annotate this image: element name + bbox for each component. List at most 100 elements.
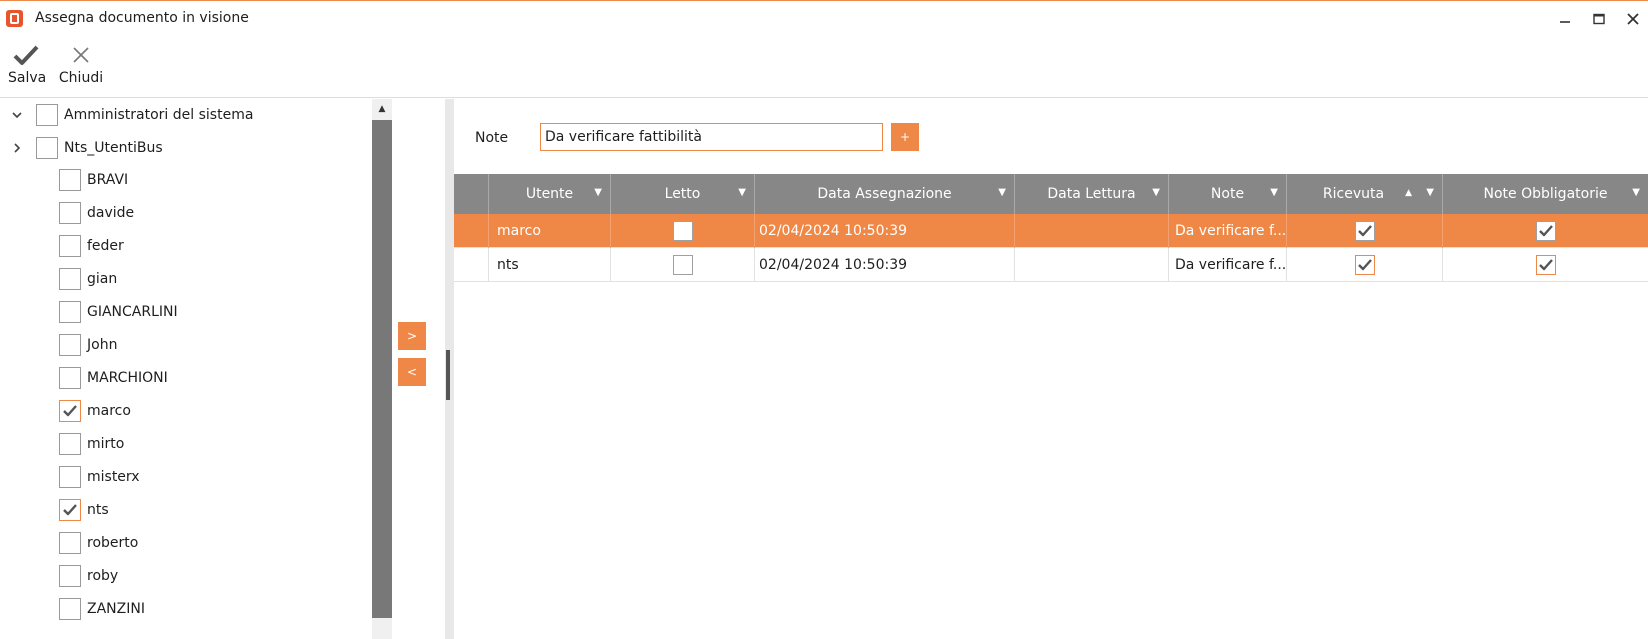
tree-user-item[interactable]: gian [59,264,117,294]
checkbox-checked[interactable] [1535,255,1556,275]
column-header-utente[interactable]: Utente ▼ [489,174,611,214]
splitter-grip[interactable] [446,350,450,400]
remove-user-button[interactable]: < [398,358,426,386]
tree-user-item[interactable]: davide [59,198,134,228]
cell-utente[interactable]: nts [489,248,611,282]
tree-user-item[interactable]: nts [59,495,109,525]
close-window-button[interactable] [1619,7,1647,31]
row-indicator[interactable] [454,214,489,248]
checkbox-checked[interactable] [1354,221,1375,241]
minimize-button[interactable] [1551,7,1579,31]
group-checkbox[interactable] [36,137,58,159]
user-label: John [87,337,118,353]
user-checkbox[interactable] [59,598,81,620]
tree-user-item[interactable]: GIANCARLINI [59,297,178,327]
column-header-letto[interactable]: Letto ▼ [611,174,755,214]
user-checkbox[interactable] [59,532,81,554]
checkbox-checked[interactable] [1354,255,1375,275]
user-checkbox[interactable] [59,334,81,356]
save-button[interactable]: Salva [8,43,47,86]
column-header-ricevuta[interactable]: Ricevuta ▲ ▼ [1287,174,1443,214]
table-row[interactable]: marco 02/04/2024 10:50:39 Da verificare f.… [454,214,1648,248]
filter-icon[interactable]: ▼ [738,187,746,198]
maximize-button[interactable] [1585,7,1613,31]
tree-group-amministratori[interactable]: Amministratori del sistema [6,100,253,130]
save-label: Salva [8,70,47,86]
tree-group-nts-utentibus[interactable]: Nts_UtentiBus [6,133,163,163]
column-header-data-lettura[interactable]: Data Lettura ▼ [1015,174,1169,214]
user-checkbox[interactable] [59,565,81,587]
title-bar: Assegna documento in visione [0,1,1648,37]
cell-ricevuta[interactable] [1287,248,1443,282]
tree-user-item[interactable]: ZANZINI [59,594,145,624]
filter-icon[interactable]: ▼ [1152,187,1160,198]
tree-user-item[interactable]: roby [59,561,118,591]
user-checkbox-checked[interactable] [59,400,81,422]
tree-user-item[interactable]: BRAVI [59,165,128,195]
chevron-down-icon[interactable] [6,104,28,126]
cell-data-assegnazione[interactable]: 02/04/2024 10:50:39 [755,248,1015,282]
column-header-note-obbligatorie[interactable]: Note Obbligatorie ▼ [1443,174,1648,214]
user-checkbox[interactable] [59,466,81,488]
cell-note-obbligatorie[interactable] [1443,248,1648,282]
user-checkbox[interactable] [59,301,81,323]
tree-user-item[interactable]: roberto [59,528,138,558]
row-indicator[interactable] [454,248,489,282]
filter-icon[interactable]: ▼ [1270,187,1278,198]
user-label: GIANCARLINI [87,304,178,320]
scroll-up-arrow-icon[interactable]: ▲ [372,99,392,119]
tree-user-item[interactable]: misterx [59,462,140,492]
add-user-button[interactable]: > [398,322,426,350]
sort-ascending-icon[interactable]: ▲ [1405,188,1412,198]
user-checkbox[interactable] [59,433,81,455]
user-checkbox[interactable] [59,202,81,224]
checkbox[interactable] [672,255,693,275]
cell-note[interactable]: Da verificare f... [1169,214,1287,248]
user-checkbox[interactable] [59,367,81,389]
chevron-right-icon[interactable] [6,137,28,159]
checkmark-icon [1538,225,1553,237]
cell-letto[interactable] [611,248,755,282]
checkmark-icon [63,504,77,516]
filter-icon[interactable]: ▼ [1426,187,1434,198]
user-label: feder [87,238,124,254]
window-title: Assegna documento in visione [35,10,249,26]
column-header-data-assegnazione[interactable]: Data Assegnazione ▼ [755,174,1015,214]
row-indicator-header [454,174,489,214]
cell-note-obbligatorie[interactable] [1443,214,1648,248]
tree-user-item[interactable]: John [59,330,117,360]
cell-ricevuta[interactable] [1287,214,1443,248]
add-note-button[interactable]: + [891,123,919,151]
user-label: misterx [87,469,140,485]
checkbox[interactable] [672,221,693,241]
user-label: gian [87,271,118,287]
column-label: Ricevuta [1322,186,1385,202]
filter-icon[interactable]: ▼ [998,187,1006,198]
tree-user-item[interactable]: mirto [59,429,124,459]
cell-note[interactable]: Da verificare f... [1169,248,1287,282]
user-checkbox-checked[interactable] [59,499,81,521]
filter-icon[interactable]: ▼ [594,187,602,198]
tree-scrollbar-thumb[interactable] [372,120,392,618]
tree-user-item[interactable]: marco [59,396,131,426]
tree-user-item[interactable]: MARCHIONI [59,363,168,393]
user-checkbox[interactable] [59,268,81,290]
column-header-note[interactable]: Note ▼ [1169,174,1287,214]
table-row[interactable]: nts 02/04/2024 10:50:39 Da verificare f... [454,248,1648,282]
tree-user-item[interactable]: feder [59,231,124,261]
user-checkbox[interactable] [59,169,81,191]
close-button[interactable]: Chiudi [58,43,104,86]
maximize-icon [1593,13,1605,25]
user-checkbox[interactable] [59,235,81,257]
filter-icon[interactable]: ▼ [1632,187,1640,198]
checkbox-checked[interactable] [1535,221,1556,241]
group-checkbox[interactable] [36,104,58,126]
cell-data-assegnazione[interactable]: 02/04/2024 10:50:39 [755,214,1015,248]
cell-data-lettura[interactable] [1015,214,1169,248]
cell-data-lettura[interactable] [1015,248,1169,282]
user-label: nts [87,502,109,518]
cell-utente[interactable]: marco [489,214,611,248]
cell-letto[interactable] [611,214,755,248]
user-label: ZANZINI [87,601,145,617]
note-input[interactable] [540,123,883,151]
